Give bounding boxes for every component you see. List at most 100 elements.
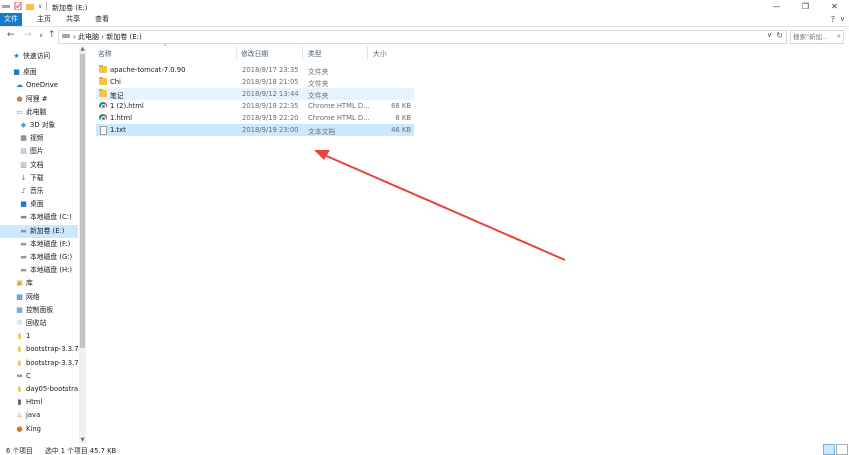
sidebar-item[interactable]: ★ 快速访问 bbox=[0, 50, 78, 63]
tab-view[interactable]: 查看 bbox=[89, 13, 115, 26]
file-size: 46 KB bbox=[391, 126, 411, 134]
sidebar-item[interactable]: ▦ 控制面板 bbox=[0, 304, 78, 317]
tab-home[interactable]: 主页 bbox=[31, 13, 57, 26]
item-count: 6 个项目 bbox=[6, 447, 33, 455]
sidebar-item[interactable]: ■ 桌面 bbox=[0, 66, 78, 79]
forward-icon[interactable]: → bbox=[24, 30, 32, 40]
sidebar-item[interactable]: ◆ 3D 对象 bbox=[0, 119, 78, 132]
drive-icon bbox=[62, 34, 70, 38]
column-header-name[interactable]: 名称 bbox=[98, 48, 112, 58]
text-file-icon bbox=[100, 126, 107, 135]
up-icon[interactable]: ↑ bbox=[48, 30, 56, 40]
refresh-icon[interactable]: ↻ bbox=[776, 31, 783, 40]
scrollbar-thumb[interactable] bbox=[80, 54, 85, 348]
sidebar-item-label: 回收站 bbox=[26, 319, 47, 327]
sidebar-item-icon: ▦ bbox=[16, 305, 23, 314]
column-header-type[interactable]: 类型 bbox=[308, 48, 322, 58]
recent-locations-icon[interactable]: ∨ bbox=[39, 32, 43, 39]
column-separator[interactable] bbox=[302, 46, 303, 60]
sidebar-item-icon: ▣ bbox=[16, 279, 23, 288]
sidebar-scrollbar[interactable]: ▲ ▼ bbox=[79, 46, 86, 443]
sidebar-item[interactable]: ▩ 网络 bbox=[0, 291, 78, 304]
sidebar-item[interactable]: ▬ 本地磁盘 (F:) bbox=[0, 238, 78, 251]
sidebar-item-label: OneDrive bbox=[26, 81, 58, 90]
sidebar-item-label: day05-bootstrap bbox=[26, 385, 78, 393]
new-folder-icon[interactable] bbox=[26, 2, 34, 10]
search-box[interactable]: ⌕ bbox=[790, 30, 844, 44]
sidebar-item[interactable]: ↓ 下载 bbox=[0, 172, 78, 185]
sidebar-item[interactable]: ♪ 音乐 bbox=[0, 185, 78, 198]
sidebar-item-label: 本地磁盘 (C:) bbox=[30, 213, 72, 222]
sidebar-item[interactable]: ♨ java bbox=[0, 409, 78, 422]
large-icons-view-button[interactable] bbox=[836, 444, 848, 455]
column-separator[interactable] bbox=[236, 46, 237, 60]
close-button[interactable]: ✕ bbox=[820, 0, 849, 13]
file-row[interactable]: apache-tomcat-7.0.90 2018/8/17 23:35 文件夹 bbox=[96, 64, 414, 76]
sidebar-item[interactable]: ▮ bootstrap-3.3.7 bbox=[0, 343, 78, 356]
sidebar-item[interactable]: ▦ 视频 bbox=[0, 132, 78, 145]
drive-icon[interactable] bbox=[2, 2, 10, 10]
sidebar-item-icon: ↓ bbox=[20, 173, 27, 182]
file-type: 文件夹 bbox=[308, 80, 329, 88]
sidebar-item-label: 阿狸 # bbox=[26, 94, 48, 103]
sidebar-item[interactable]: ▮ 1 bbox=[0, 330, 78, 343]
column-separator[interactable] bbox=[367, 46, 368, 60]
sidebar-item[interactable]: ▬ 本地磁盘 (H:) bbox=[0, 264, 78, 277]
sidebar-item[interactable]: ● King bbox=[0, 423, 78, 436]
sidebar-item[interactable]: ⇔ C bbox=[0, 370, 78, 383]
sidebar-item-label: Html bbox=[26, 398, 43, 407]
address-bar[interactable]: › 此电脑 › 新加卷 (E:) ∨ ↻ bbox=[58, 30, 787, 44]
sidebar-item[interactable]: ▣ 库 bbox=[0, 277, 78, 290]
breadcrumb[interactable]: › 此电脑 › 新加卷 (E:) bbox=[73, 32, 142, 42]
file-date: 2018/9/19 22:20 bbox=[242, 114, 299, 122]
sidebar-item[interactable]: ● 阿狸 # bbox=[0, 93, 78, 106]
tab-file[interactable]: 文件 bbox=[0, 13, 22, 26]
sidebar-item[interactable]: ▤ 图片 bbox=[0, 145, 78, 158]
sidebar-item[interactable]: ▭ 此电脑 bbox=[0, 106, 78, 119]
file-name: apache-tomcat-7.0.90 bbox=[110, 66, 186, 74]
minimize-button[interactable]: — bbox=[762, 0, 791, 13]
sidebar-item[interactable]: ▬ 新加卷 (E:) bbox=[0, 224, 78, 238]
sidebar-item[interactable]: ♲ 回收站 bbox=[0, 317, 78, 330]
file-row[interactable]: 1.txt 2018/9/19 23:00 文本文档 46 KB bbox=[96, 124, 414, 136]
sidebar-item[interactable]: ▮ Html bbox=[0, 396, 78, 409]
sidebar-item[interactable]: ▬ 本地磁盘 (C:) bbox=[0, 211, 78, 224]
file-row[interactable]: 笔记 2018/9/12 13:44 文件夹 bbox=[96, 88, 414, 100]
file-date: 2018/9/19 22:35 bbox=[242, 102, 299, 110]
sidebar-item-icon: ▬ bbox=[20, 239, 27, 248]
file-row[interactable]: Chi 2018/9/18 21:05 文件夹 bbox=[96, 76, 414, 88]
expand-ribbon-icon[interactable]: ∨ bbox=[840, 15, 845, 23]
sidebar-item[interactable]: ☁ OneDrive bbox=[0, 79, 78, 92]
file-row[interactable]: 1.html 2018/9/19 22:20 Chrome HTML D... 8 K… bbox=[96, 112, 414, 124]
tab-share[interactable]: 共享 bbox=[60, 13, 86, 26]
details-view-button[interactable] bbox=[823, 444, 835, 455]
sidebar-item-label: java bbox=[26, 411, 41, 420]
scroll-up-icon[interactable]: ▲ bbox=[79, 46, 86, 52]
properties-icon[interactable] bbox=[14, 2, 22, 10]
sort-ascending-icon: ^ bbox=[163, 44, 169, 51]
sidebar-item[interactable]: ▮ bootstrap-3.3.7 bbox=[0, 357, 78, 370]
back-icon[interactable]: ← bbox=[7, 30, 15, 40]
sidebar-item-label: 本地磁盘 (H:) bbox=[30, 266, 73, 275]
folder-icon bbox=[99, 65, 107, 73]
window-controls: — ❐ ✕ bbox=[762, 0, 849, 13]
sidebar-item[interactable]: ▥ 文档 bbox=[0, 159, 78, 172]
sidebar-item[interactable]: ■ 桌面 bbox=[0, 198, 78, 211]
search-input[interactable] bbox=[793, 31, 833, 42]
sidebar-item[interactable]: ▮ day05-bootstrap bbox=[0, 383, 78, 396]
sidebar-item-icon: ▩ bbox=[16, 292, 23, 301]
column-header-size[interactable]: 大小 bbox=[373, 48, 387, 58]
sidebar-item-label: C bbox=[26, 371, 31, 380]
sidebar-item-label: 下载 bbox=[30, 173, 44, 182]
sidebar-item[interactable]: ▬ 本地磁盘 (G:) bbox=[0, 251, 78, 264]
address-dropdown-icon[interactable]: ∨ bbox=[767, 31, 772, 39]
column-header-date[interactable]: 修改日期 bbox=[241, 48, 268, 58]
customize-toolbar-icon[interactable]: ∨ bbox=[38, 3, 42, 10]
title-separator bbox=[46, 2, 48, 10]
maximize-button[interactable]: ❐ bbox=[791, 0, 820, 13]
file-type: 文本文档 bbox=[308, 128, 336, 136]
help-icon[interactable]: ? bbox=[831, 15, 835, 24]
file-size: 68 KB bbox=[391, 102, 411, 110]
sidebar-item-icon: ▮ bbox=[17, 345, 22, 354]
file-row[interactable]: 1 (2).html 2018/9/19 22:35 Chrome HTML D..… bbox=[96, 100, 414, 112]
